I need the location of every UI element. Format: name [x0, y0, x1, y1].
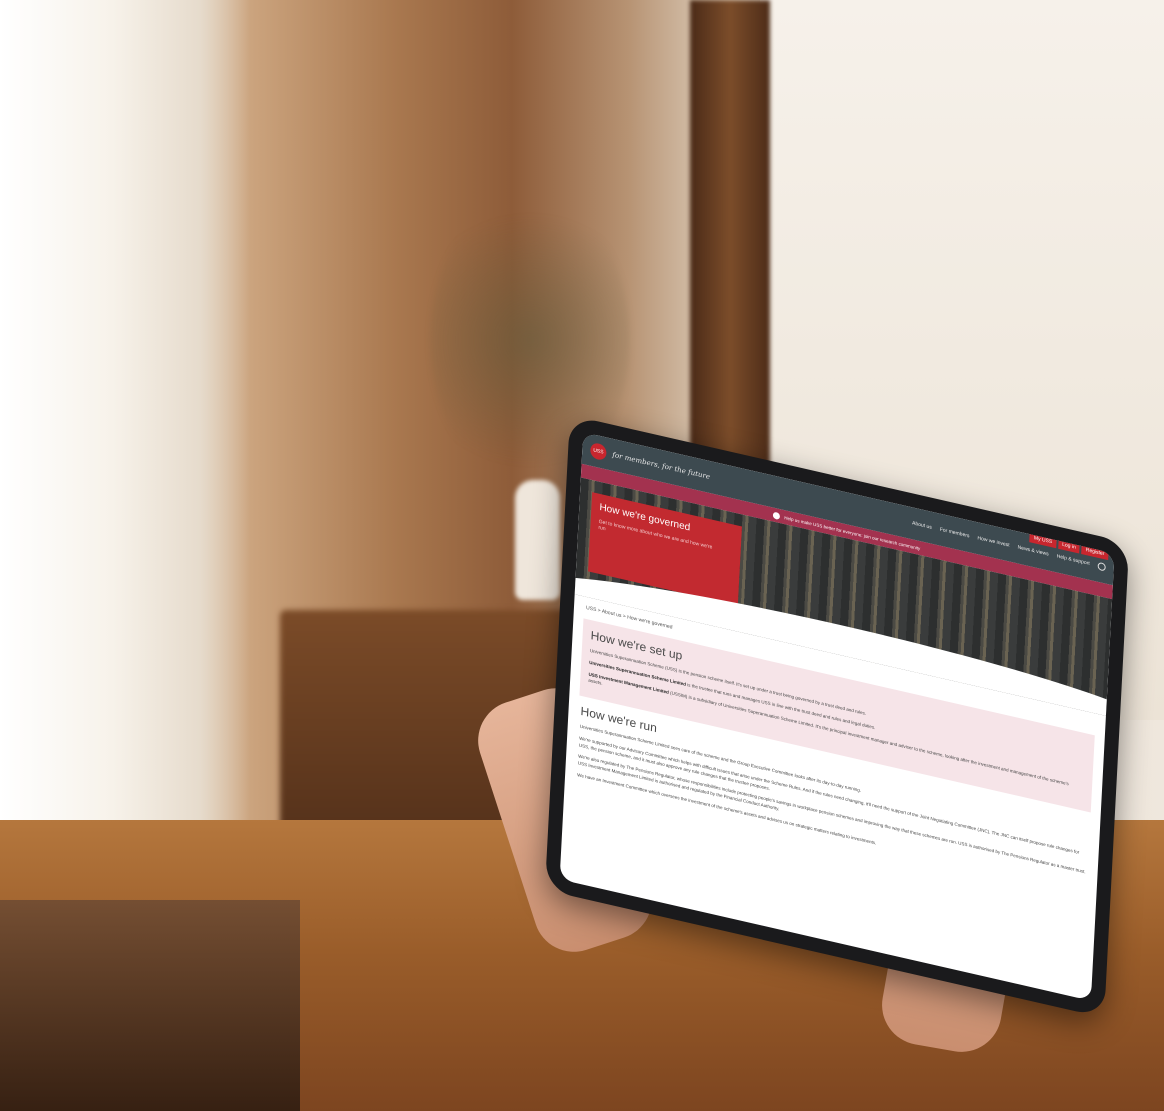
vase	[515, 480, 560, 600]
photo-scene: USS for members, for the future About us…	[0, 0, 1164, 1111]
nav-news-views[interactable]: News & views	[1017, 544, 1048, 557]
search-icon[interactable]	[1097, 561, 1106, 572]
info-icon	[773, 511, 781, 520]
nav-help-support[interactable]: Help & support	[1057, 553, 1090, 566]
hero-card: How we're governed Get to know more abou…	[588, 492, 742, 606]
foreground-shadow	[0, 900, 300, 1111]
my-uss-button[interactable]: My USS	[1029, 532, 1057, 549]
nav-about-us[interactable]: About us	[912, 520, 932, 530]
nav-how-we-invest[interactable]: How we invest	[977, 535, 1010, 548]
nav-for-members[interactable]: For members	[940, 527, 970, 540]
uss-logo[interactable]: USS	[589, 441, 607, 462]
log-in-button[interactable]: Log in	[1057, 538, 1081, 554]
register-button[interactable]: Register	[1081, 544, 1109, 561]
